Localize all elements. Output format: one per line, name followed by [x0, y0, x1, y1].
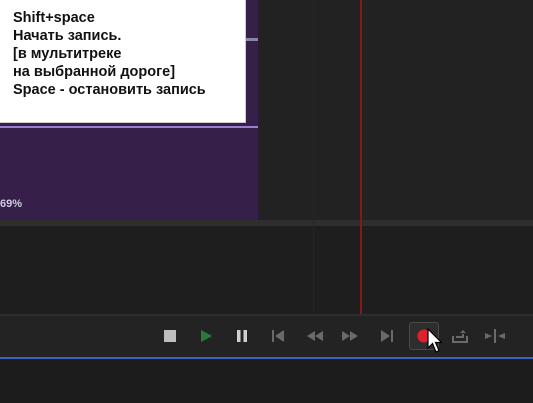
skip-to-end-button[interactable] [374, 324, 400, 348]
note-line-4: на выбранной дороге] [13, 64, 176, 80]
note-line-2: Начать запись. [13, 28, 122, 44]
marker-line [313, 0, 314, 314]
rewind-button[interactable] [302, 324, 328, 348]
fast-forward-button[interactable] [337, 324, 363, 348]
clip-envelope-line[interactable] [0, 126, 260, 128]
note-line-3: [в мультитреке [13, 46, 122, 62]
stop-icon [164, 330, 176, 342]
skip-to-start-button[interactable] [265, 324, 291, 348]
rewind-icon [307, 331, 323, 341]
loop-icon [452, 330, 468, 343]
bottom-panel [0, 359, 533, 403]
play-icon [201, 330, 212, 342]
stop-button[interactable] [157, 324, 183, 348]
clip-percent-label: 69% [0, 198, 23, 210]
playhead[interactable] [360, 0, 362, 314]
note-line-1: Shift+space [13, 10, 95, 26]
fast-forward-icon [342, 331, 358, 341]
skip-selection-icon [485, 329, 505, 343]
skip-end-icon [381, 330, 393, 342]
skip-start-icon [272, 330, 284, 342]
note-line-5: Space - остановить запись [13, 82, 206, 98]
loop-button[interactable] [447, 324, 473, 348]
mouse-pointer-icon [427, 328, 443, 353]
play-button[interactable] [193, 324, 219, 348]
skip-selection-button[interactable] [482, 324, 508, 348]
track-area-lower [0, 226, 533, 314]
note-overlay: Shift+space Начать запись. [в мультитрек… [0, 0, 246, 123]
clip-edge[interactable] [258, 0, 260, 220]
pause-icon [237, 330, 247, 342]
pause-button[interactable] [229, 324, 255, 348]
